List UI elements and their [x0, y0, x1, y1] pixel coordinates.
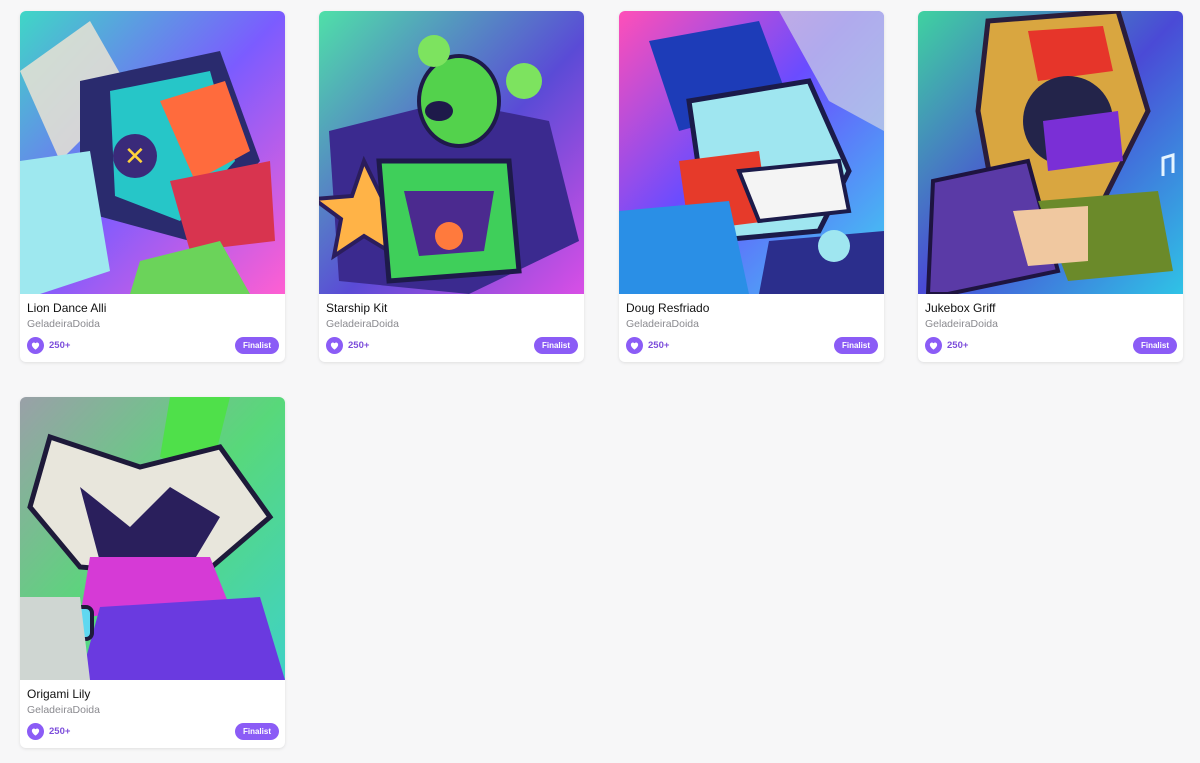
finalist-badge: Finalist [533, 337, 578, 354]
like-button[interactable] [925, 337, 942, 354]
artwork-thumbnail[interactable] [619, 11, 884, 294]
artwork-title[interactable]: Doug Resfriado [626, 301, 709, 315]
like-button[interactable] [27, 337, 44, 354]
artwork-thumbnail[interactable] [319, 11, 584, 294]
artwork-author[interactable]: GeladeiraDoida [925, 318, 998, 330]
heart-icon [929, 342, 938, 350]
artwork-title[interactable]: Lion Dance Alli [27, 301, 106, 315]
artwork-author[interactable]: GeladeiraDoida [27, 318, 100, 330]
artwork-thumbnail[interactable]: ✕ [20, 11, 285, 294]
finalist-badge: Finalist [234, 723, 279, 740]
artwork-author[interactable]: GeladeiraDoida [326, 318, 399, 330]
artwork-thumbnail[interactable] [20, 397, 285, 680]
artwork-title[interactable]: Starship Kit [326, 301, 387, 315]
like-count: 250+ [947, 340, 969, 351]
like-button[interactable] [27, 723, 44, 740]
artwork-card-jukebox-griff[interactable]: Jukebox Griff GeladeiraDoida 250+ Finali… [918, 11, 1183, 362]
svg-text:✕: ✕ [124, 142, 146, 172]
finalist-badge: Finalist [234, 337, 279, 354]
artwork-thumbnail[interactable] [918, 11, 1183, 294]
like-button[interactable] [326, 337, 343, 354]
heart-icon [31, 728, 40, 736]
artwork-card-lion-dance-alli[interactable]: ✕ Lion Dance Alli GeladeiraDoida 250+ Fi… [20, 11, 285, 362]
artwork-author[interactable]: GeladeiraDoida [27, 704, 100, 716]
artwork-title[interactable]: Jukebox Griff [925, 301, 995, 315]
artwork-card-starship-kit[interactable]: Starship Kit GeladeiraDoida 250+ Finalis… [319, 11, 584, 362]
finalist-badge: Finalist [1132, 337, 1177, 354]
finalist-badge: Finalist [833, 337, 878, 354]
like-count: 250+ [49, 340, 71, 351]
like-count: 250+ [49, 726, 71, 737]
like-count: 250+ [348, 340, 370, 351]
artwork-grid: ✕ Lion Dance Alli GeladeiraDoida 250+ Fi… [0, 0, 1200, 763]
heart-icon [330, 342, 339, 350]
like-button[interactable] [626, 337, 643, 354]
heart-icon [31, 342, 40, 350]
artwork-author[interactable]: GeladeiraDoida [626, 318, 699, 330]
artwork-card-origami-lily[interactable]: Origami Lily GeladeiraDoida 250+ Finalis… [20, 397, 285, 748]
heart-icon [630, 342, 639, 350]
artwork-card-doug-resfriado[interactable]: Doug Resfriado GeladeiraDoida 250+ Final… [619, 11, 884, 362]
artwork-title[interactable]: Origami Lily [27, 687, 90, 701]
like-count: 250+ [648, 340, 670, 351]
